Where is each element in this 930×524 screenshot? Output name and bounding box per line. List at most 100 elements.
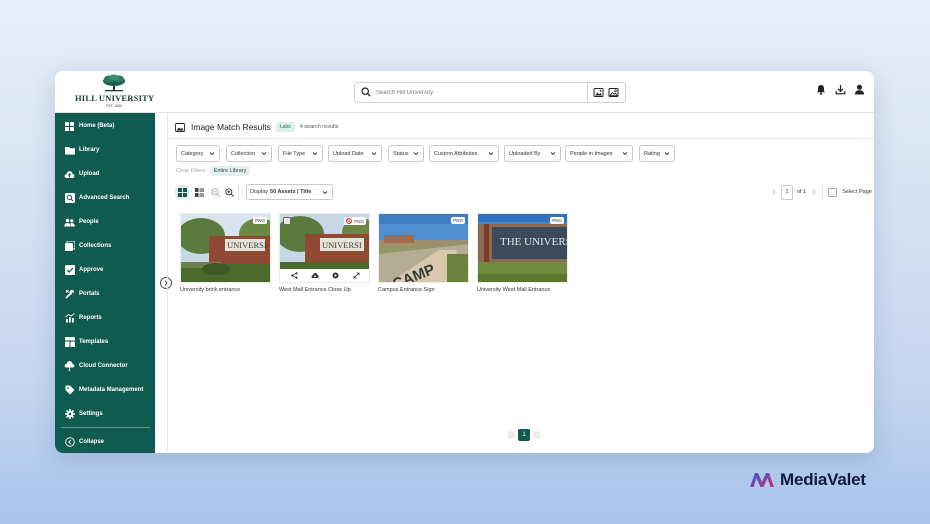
prev-page-icon[interactable] xyxy=(771,189,777,195)
sidebar-item-reports[interactable]: Reports xyxy=(55,308,155,328)
collections-icon xyxy=(64,241,75,252)
chevron-down-icon xyxy=(261,152,267,156)
select-asset-checkbox[interactable] xyxy=(283,217,291,225)
display-prefix: Display xyxy=(250,189,269,195)
asset-thumbnail[interactable]: CAMP PNG xyxy=(378,213,469,283)
sidebar-item-advanced-search[interactable]: Advanced Search xyxy=(55,188,155,208)
filter-chip[interactable]: Entire Library xyxy=(209,166,251,176)
sidebar-item-library[interactable]: Library xyxy=(55,140,155,160)
asset-title[interactable]: West Mall Entrance Close Up xyxy=(279,287,370,293)
zoom-out-button[interactable] xyxy=(208,185,222,199)
search-icon[interactable] xyxy=(361,87,371,97)
display-value: 50 Assets | Title xyxy=(270,189,312,195)
page-number-input[interactable]: 1 xyxy=(781,184,793,200)
zoom-out-icon xyxy=(210,187,220,197)
sidebar-item-label: Templates xyxy=(79,339,109,345)
filter-status[interactable]: Status xyxy=(388,145,424,162)
asset-card[interactable]: CAMP PNG Campus Entrance Sign xyxy=(378,213,469,293)
asset-image: THE UNIVERSIT xyxy=(478,214,567,282)
filter-label: File Type xyxy=(283,150,306,157)
sidebar-item-settings[interactable]: Settings xyxy=(55,404,155,424)
cloud-download-icon xyxy=(311,272,319,278)
chevron-down-icon xyxy=(488,152,494,156)
sidebar-item-people[interactable]: People xyxy=(55,212,155,232)
templates-icon xyxy=(64,337,75,348)
image-search-icon[interactable] xyxy=(593,87,604,98)
sidebar-item-upload[interactable]: Upload xyxy=(55,164,155,184)
asset-card[interactable]: THE UNIVERSIT PNG University West Mall E… xyxy=(477,213,568,293)
chevron-down-icon xyxy=(413,152,419,156)
mediavalet-brand: MediaValet xyxy=(749,470,866,490)
sidebar-item-approve[interactable]: Approve xyxy=(55,260,155,280)
filter-uploaded-by[interactable]: Uploaded By xyxy=(504,145,561,162)
sidebar-item-metadata-management[interactable]: Metadata Management xyxy=(55,380,155,400)
asset-title[interactable]: Campus Entrance Sign xyxy=(378,287,469,293)
filter-category[interactable]: Category xyxy=(176,145,220,162)
people-icon xyxy=(64,217,75,228)
next-page-button[interactable] xyxy=(533,431,541,439)
file-type-label: PNG xyxy=(453,218,463,223)
filter-label: Status xyxy=(393,150,409,157)
sidebar-item-portals[interactable]: Portals xyxy=(55,284,155,304)
advanced-search-icon xyxy=(64,193,75,204)
chevron-down-icon xyxy=(322,191,328,195)
app-window: HILL UNIVERSITY EST. 1886 Search Hill Un… xyxy=(55,71,874,453)
download-icon[interactable] xyxy=(835,84,846,95)
details-button[interactable] xyxy=(331,271,341,281)
search-input[interactable] xyxy=(376,83,581,102)
results-count: 4 search results xyxy=(299,124,339,130)
user-profile-icon[interactable] xyxy=(854,84,865,95)
portals-tools-icon xyxy=(64,289,75,300)
filter-collection[interactable]: Collection xyxy=(226,145,272,162)
asset-thumbnail[interactable]: UNIVERSI PNG xyxy=(279,213,370,283)
labs-badge: Labs xyxy=(275,122,295,132)
approve-check-icon xyxy=(64,265,75,276)
pager-divider xyxy=(822,186,824,198)
zoom-in-icon xyxy=(224,187,234,197)
current-page-button[interactable]: 1 xyxy=(518,429,530,441)
page-title: Image Match Results xyxy=(191,122,271,132)
select-page-checkbox[interactable] xyxy=(828,187,838,197)
display-dropdown[interactable]: Display 50 Assets | Title xyxy=(246,184,333,200)
university-logo[interactable]: HILL UNIVERSITY EST. 1886 xyxy=(75,74,155,108)
prev-page-button[interactable] xyxy=(507,431,515,439)
list-view-icon xyxy=(194,187,204,197)
chevron-down-icon xyxy=(664,152,670,156)
cloud-upload-icon xyxy=(64,169,75,180)
sidebar-item-collections[interactable]: Collections xyxy=(55,236,155,256)
filter-rating[interactable]: Rating xyxy=(639,145,675,162)
top-bar: HILL UNIVERSITY EST. 1886 xyxy=(55,71,874,113)
asset-thumbnail[interactable]: THE UNIVERSIT PNG xyxy=(477,213,568,283)
sidebar-divider xyxy=(61,427,150,428)
share-button[interactable] xyxy=(289,271,299,281)
zoom-in-button[interactable] xyxy=(222,185,236,199)
asset-card[interactable]: UNIVERSI PNG West Mall Entrance Close Up xyxy=(279,213,370,293)
list-view-button[interactable] xyxy=(192,185,206,199)
sidebar-item-home[interactable]: Home (Beta) xyxy=(55,116,155,136)
image-match-icon[interactable] xyxy=(608,87,619,98)
asset-title[interactable]: University West Mall Entrance xyxy=(477,287,568,293)
sidebar-item-cloud-connector[interactable]: Cloud Connector xyxy=(55,356,155,376)
filter-people-in-images[interactable]: People in Images xyxy=(565,145,633,162)
filter-custom-attributes[interactable]: Custom Attributes xyxy=(429,145,499,162)
file-type-badge: PNG xyxy=(550,217,564,224)
expand-button[interactable] xyxy=(352,271,362,281)
logo-name: HILL UNIVERSITY xyxy=(75,93,155,103)
asset-title[interactable]: University brick entrance xyxy=(180,287,271,293)
clear-filters-link[interactable]: Clear Filters xyxy=(176,168,206,174)
sidebar-item-label: Collections xyxy=(79,243,112,249)
filter-file-type[interactable]: File Type xyxy=(278,145,323,162)
next-page-icon[interactable] xyxy=(811,189,817,195)
asset-card[interactable]: UNIVERSI PNG University brick entrance xyxy=(180,213,271,293)
sidebar-item-label: Cloud Connector xyxy=(79,363,128,369)
mediavalet-logo-icon xyxy=(750,473,774,487)
sidebar-item-templates[interactable]: Templates xyxy=(55,332,155,352)
svg-text:UNIVERSI: UNIVERSI xyxy=(227,240,267,250)
asset-thumbnail[interactable]: UNIVERSI PNG xyxy=(180,213,271,283)
collapse-button[interactable]: Collapse xyxy=(55,432,155,452)
filter-label: Custom Attributes xyxy=(434,150,478,157)
filter-upload-date[interactable]: Upload Date xyxy=(328,145,382,162)
grid-view-button[interactable] xyxy=(175,185,189,199)
bell-icon[interactable] xyxy=(816,84,826,95)
cloud-download-button[interactable] xyxy=(310,271,320,281)
